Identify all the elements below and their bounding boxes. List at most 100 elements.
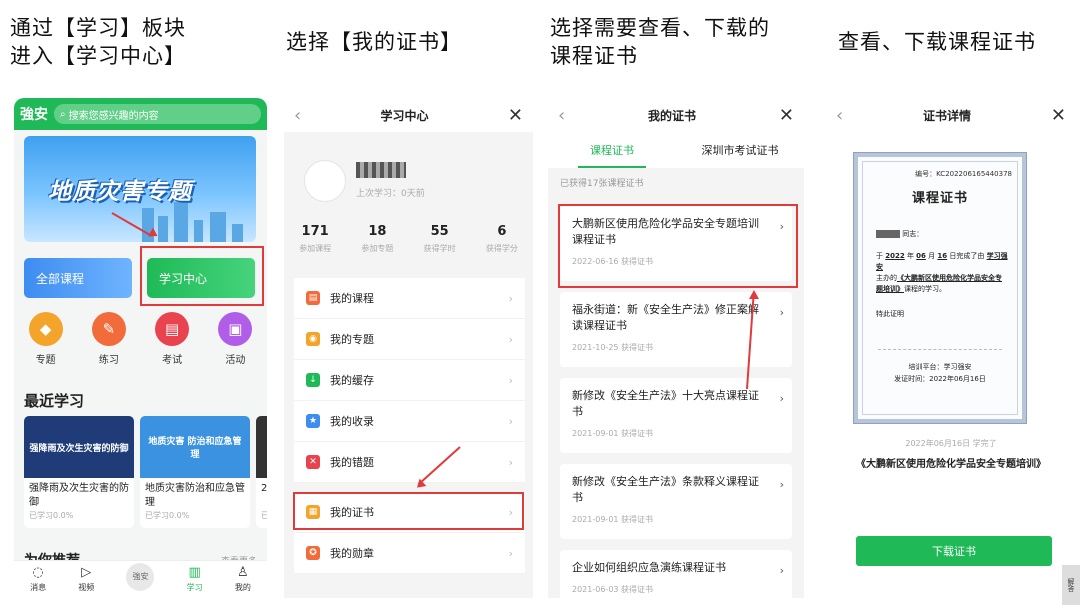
caption-step1-line1: 通过【学习】板块	[10, 16, 186, 40]
tab-course-certs[interactable]: 课程证书	[548, 132, 676, 168]
bottom-tabbar: ◌ 消息 ▷ 视频 強安 ▥ 学习 ♙ 我的	[14, 560, 267, 598]
tab-study[interactable]: ▥ 学习	[187, 566, 203, 593]
card-thumb	[256, 416, 267, 478]
menu-item-my-cache[interactable]: ↓ 我的缓存 ›	[294, 360, 525, 401]
close-icon[interactable]: ✕	[1051, 105, 1066, 126]
back-icon[interactable]: ‹	[836, 105, 843, 126]
cert-title: 企业如何组织应急演练课程证书	[572, 561, 726, 574]
icon-entry-exam[interactable]: ▤ 考试	[155, 312, 190, 366]
menu-item-my-topics[interactable]: ◉ 我的专题 ›	[294, 319, 525, 360]
body-text: 于	[876, 252, 883, 260]
tab-video[interactable]: ▷ 视频	[78, 566, 94, 593]
recent-title: 最近学习	[24, 392, 85, 410]
close-icon[interactable]: ✕	[508, 105, 523, 126]
icon-entry-topic[interactable]: ◆ 专题	[28, 312, 63, 366]
stats-row: 171 参加课程 18 参加专题 55 获得学时 6 获得学分	[284, 224, 533, 254]
center-logo-icon: 強安	[126, 562, 155, 591]
menu-item-my-collection[interactable]: ★ 我的收录 ›	[294, 401, 525, 442]
cert-heading: 课程证书	[911, 191, 968, 206]
cert-number: 编号：KC202206165440378	[915, 170, 1012, 178]
body-year: 2022	[885, 252, 905, 260]
stat-value: 6	[497, 224, 507, 239]
all-courses-button[interactable]: 全部课程	[24, 258, 132, 298]
back-icon[interactable]: ‹	[294, 105, 301, 126]
cert-item[interactable]: 新修改《安全生产法》十大亮点课程证书 2021-09-01 获得证书 ›	[560, 378, 792, 453]
topic-icon: ◉	[306, 332, 320, 346]
topic-icon: ◆	[28, 312, 63, 346]
caption-step3-line2: 课程证书	[550, 44, 638, 68]
card-progress: 已学	[261, 511, 267, 520]
cert-item[interactable]: 企业如何组织应急演练课程证书 2021-06-03 获得证书 ›	[560, 550, 792, 598]
stat-topics: 18 参加专题	[361, 224, 393, 254]
menu-item-my-medals[interactable]: ✪ 我的勋章 ›	[294, 533, 525, 574]
body-day: 16	[937, 252, 948, 260]
recent-card[interactable]: 地质灾害 防治和应急管理 地质灾害防治和应急管理 已学习0.0%	[140, 416, 250, 528]
page-title: 我的证书	[648, 108, 697, 123]
wrong-icon: ✕	[306, 455, 320, 469]
certificate-detail-screen: ‹ 证书详情 ✕ 编号：KC202206165440378 课程证书 同志： 于…	[826, 98, 1076, 598]
cert-date: 2021-09-01 获得证书	[572, 515, 654, 524]
panel-step1: 通过【学习】板块 进入【学习中心】 強安 ⌕ 搜索您感兴趣的内容 地质灾害专题 …	[0, 0, 276, 612]
menu-item-my-wrong[interactable]: ✕ 我的错题 ›	[294, 442, 525, 483]
card-progress: 已学习0.0%	[29, 511, 74, 520]
close-icon[interactable]: ✕	[779, 105, 794, 126]
stat-courses: 171 参加课程	[299, 224, 331, 254]
menu-item-my-courses[interactable]: ▤ 我的课程 ›	[294, 278, 525, 319]
center-navbar: ‹ 学习中心 ✕	[284, 98, 533, 132]
download-certificate-button[interactable]: 下载证书	[856, 536, 1052, 566]
chevron-right-icon: ›	[779, 306, 784, 319]
banner-building	[232, 224, 243, 242]
recent-card[interactable]: 强降雨及次生灾害的防御 强降雨及次生灾害的防御 已学习0.0%	[24, 416, 134, 528]
cert-date: 2021-09-01 获得证书	[572, 429, 654, 438]
certificate-image: 编号：KC202206165440378 课程证书 同志： 于 2022 年 0…	[853, 152, 1027, 424]
cert-date: 2021-10-25 获得证书	[572, 343, 654, 352]
icon-label: 练习	[98, 355, 119, 366]
chevron-right-icon: ›	[779, 392, 784, 405]
tab-mine[interactable]: ♙ 我的	[235, 566, 251, 593]
tab-home-center[interactable]: 強安	[126, 562, 155, 591]
app-logo: 強安	[20, 107, 48, 123]
icon-entry-practice[interactable]: ✎ 练习	[91, 312, 126, 366]
stat-label: 参加课程	[299, 244, 332, 253]
stat-credits: 6 获得学分	[486, 224, 518, 254]
banner-building	[174, 202, 188, 242]
home-icon-row: ◆ 专题 ✎ 练习 ▤ 考试 ▣ 活动	[14, 312, 267, 366]
cert-divider	[878, 349, 1002, 350]
home-screen: 強安 ⌕ 搜索您感兴趣的内容 地质灾害专题 全部课程 学习中心 ◆ 专题 ✎ 练…	[14, 98, 267, 598]
search-placeholder: 搜索您感兴趣的内容	[68, 110, 159, 122]
detail-navbar: ‹ 证书详情 ✕	[826, 98, 1076, 132]
highlight-first-cert	[558, 204, 798, 288]
chevron-right-icon: ›	[779, 478, 784, 491]
stat-label: 参加专题	[361, 244, 394, 253]
avatar[interactable]	[304, 160, 346, 202]
search-input[interactable]: ⌕ 搜索您感兴趣的内容	[54, 104, 261, 124]
cert-date: 2021-06-03 获得证书	[572, 585, 654, 594]
tab-exam-certs[interactable]: 深圳市考试证书	[676, 132, 804, 168]
back-icon[interactable]: ‹	[558, 105, 565, 126]
icon-label: 专题	[35, 355, 56, 366]
stat-hours: 55 获得学时	[424, 224, 456, 254]
tab-message[interactable]: ◌ 消息	[30, 566, 46, 593]
menu-label: 我的专题	[330, 333, 374, 346]
certs-tabs: 课程证书 深圳市考试证书	[548, 132, 804, 168]
stat-value: 18	[368, 224, 387, 239]
recent-card[interactable]: 20 已学	[256, 416, 267, 528]
corner-tab[interactable]: 解答	[1062, 565, 1080, 605]
cert-item[interactable]: 福永街道：新《安全生产法》修正案解读课程证书 2021-10-25 获得证书 ›	[560, 292, 792, 367]
stat-label: 获得学时	[423, 244, 456, 253]
book-icon: ▥	[188, 565, 201, 580]
body-text: 日完成了由	[949, 252, 985, 260]
menu-label: 我的收录	[330, 415, 374, 428]
banner-building	[194, 220, 203, 242]
page-title: 学习中心	[380, 108, 429, 123]
tab-label: 我的	[234, 583, 251, 592]
tab-label: 学习	[186, 583, 203, 592]
pencil-icon: ✎	[91, 312, 126, 346]
stat-value: 171	[301, 224, 329, 239]
course-name: 《大鹏新区使用危险化学品安全专题培训》	[856, 459, 1046, 470]
cert-item[interactable]: 新修改《安全生产法》条款释义课程证书 2021-09-01 获得证书 ›	[560, 464, 792, 539]
icon-entry-activity[interactable]: ▣ 活动	[218, 312, 253, 366]
home-banner[interactable]: 地质灾害专题	[24, 136, 256, 242]
message-icon: ◌	[32, 565, 44, 580]
highlight-my-certificates	[293, 492, 524, 530]
